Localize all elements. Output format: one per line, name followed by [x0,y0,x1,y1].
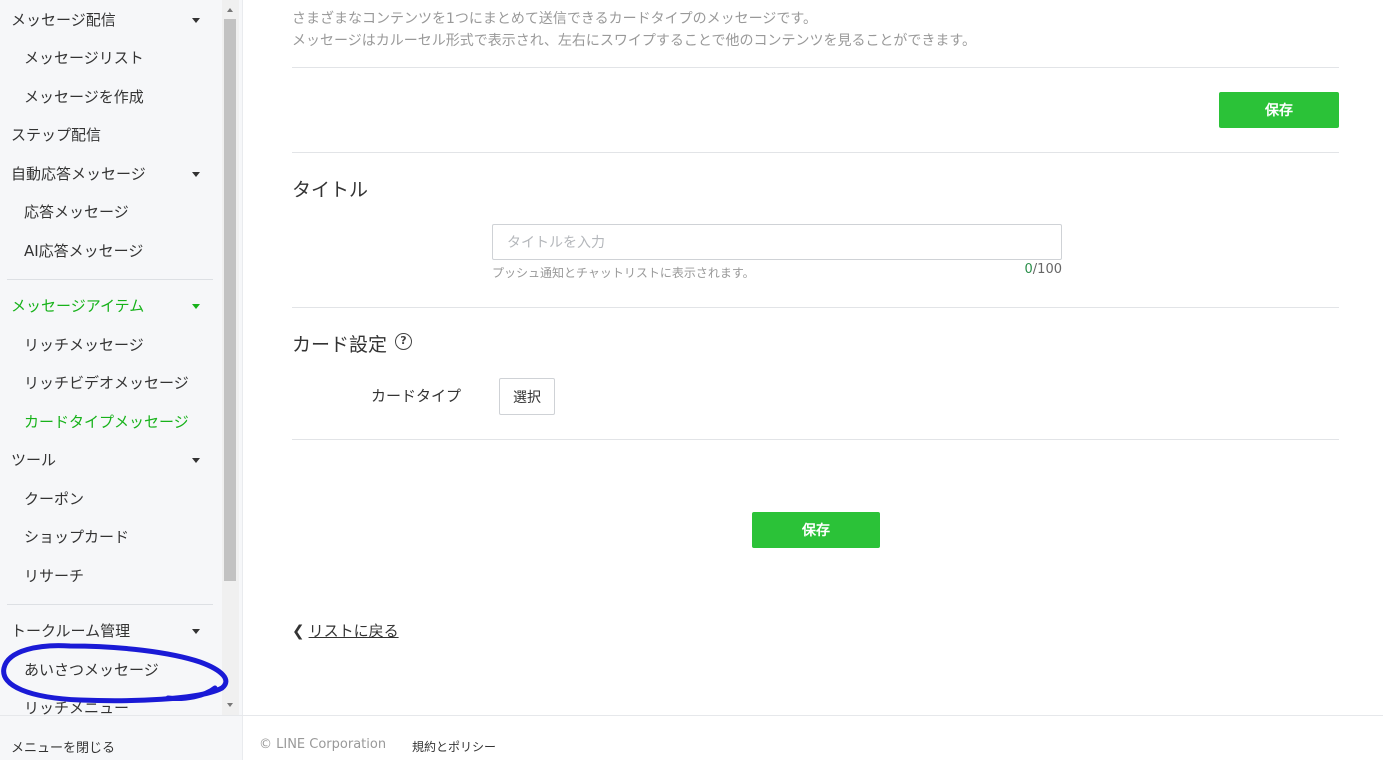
counter-current: 0 [1024,262,1033,277]
sidebar-item-rich-video-message[interactable]: リッチビデオメッセージ [24,373,189,393]
description-line-2: メッセージはカルーセル形式で表示され、左右にスワイプすることで他のコンテンツを見… [292,33,977,49]
main-content: さまざまなコンテンツを1つにまとめて送信できるカードタイプのメッセージです。 メ… [243,0,1383,760]
title-input[interactable] [492,224,1062,260]
chevron-down-icon[interactable] [192,304,200,309]
title-char-counter: 0/100 [1003,262,1062,277]
sidebar-item-message-items[interactable]: メッセージアイテム [11,296,144,316]
back-to-list-link[interactable]: ❮ リストに戻る [292,620,399,641]
chevron-down-icon[interactable] [192,458,200,463]
sidebar: メッセージ配信 メッセージリスト メッセージを作成 ステップ配信 自動応答メッセ… [0,0,243,760]
chevron-left-icon: ❮ [292,622,305,640]
sidebar-item-research[interactable]: リサーチ [24,566,84,586]
scrollbar-thumb[interactable] [224,19,236,581]
footer-divider [243,715,1383,716]
terms-policy-link[interactable]: 規約とポリシー [412,738,496,755]
title-section-heading: タイトル [292,179,369,201]
sidebar-menu: メッセージ配信 メッセージリスト メッセージを作成 ステップ配信 自動応答メッセ… [0,0,222,715]
back-link-label: リストに戻る [308,622,399,640]
sidebar-item-auto-response[interactable]: 自動応答メッセージ [11,164,146,184]
sidebar-item-shop-card[interactable]: ショップカード [24,527,129,547]
divider [292,67,1339,68]
card-type-label: カードタイプ [371,387,462,405]
card-type-select-button[interactable]: 選択 [499,378,555,415]
counter-max: /100 [1032,262,1062,277]
sidebar-item-step-delivery[interactable]: ステップ配信 [11,125,101,145]
save-button-top[interactable]: 保存 [1219,92,1339,128]
sidebar-item-message-delivery[interactable]: メッセージ配信 [11,10,116,30]
sidebar-item-coupon[interactable]: クーポン [24,489,84,509]
copyright-text: © LINE Corporation [259,737,387,752]
chevron-down-icon[interactable] [192,629,200,634]
divider [292,307,1339,308]
divider [292,439,1339,440]
sidebar-item-message-list[interactable]: メッセージリスト [24,48,144,68]
card-settings-heading: カード設定 [292,334,388,356]
sidebar-item-greeting-message[interactable]: あいさつメッセージ [24,660,159,680]
title-hint: プッシュ通知とチャットリストに表示されます。 [492,266,755,280]
scroll-up-arrow-icon[interactable] [227,8,233,12]
chevron-down-icon[interactable] [192,18,200,23]
sidebar-divider [7,604,213,605]
sidebar-item-rich-message[interactable]: リッチメッセージ [24,335,144,355]
chevron-down-icon[interactable] [192,172,200,177]
sidebar-item-ai-response[interactable]: AI応答メッセージ [24,241,143,261]
sidebar-item-tools[interactable]: ツール [11,450,56,470]
save-button-bottom[interactable]: 保存 [752,512,880,548]
sidebar-item-response-message[interactable]: 応答メッセージ [24,202,129,222]
help-icon[interactable]: ? [395,333,412,350]
sidebar-item-create-message[interactable]: メッセージを作成 [24,87,144,107]
divider [292,152,1339,153]
sidebar-item-card-type-message[interactable]: カードタイプメッセージ [24,412,189,432]
description-line-1: さまざまなコンテンツを1つにまとめて送信できるカードタイプのメッセージです。 [292,11,817,27]
sidebar-footer-divider [0,715,243,716]
sidebar-item-talkroom-management[interactable]: トークルーム管理 [11,621,130,641]
scroll-down-arrow-icon[interactable] [227,703,233,707]
sidebar-item-rich-menu[interactable]: リッチメニュー [24,698,129,715]
sidebar-divider [7,279,213,280]
close-menu-link[interactable]: メニューを閉じる [11,737,115,756]
